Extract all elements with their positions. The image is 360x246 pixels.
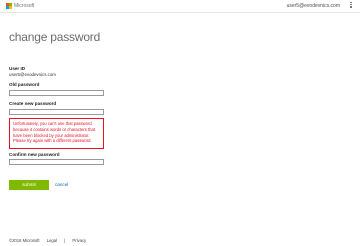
copyright-text: ©2016 Microsoft xyxy=(9,238,40,243)
cancel-link[interactable]: cancel xyxy=(55,182,68,188)
brand-name: Microsoft xyxy=(14,3,35,9)
signed-in-user-email[interactable]: user5@evodevnics.com xyxy=(287,2,340,10)
old-password-field[interactable] xyxy=(9,90,104,96)
footer-link-privacy[interactable]: Privacy xyxy=(72,238,86,243)
more-dots-vertical-icon[interactable] xyxy=(348,1,354,11)
submit-button[interactable]: submit xyxy=(9,180,49,190)
old-password-label: Old password xyxy=(9,82,40,87)
new-password-field[interactable] xyxy=(9,109,104,115)
footer-link-legal[interactable]: Legal xyxy=(47,238,57,243)
confirm-password-field[interactable] xyxy=(9,159,104,165)
new-password-label: Create new password xyxy=(9,101,57,106)
password-error-message: Unfortunately, you can't use that passwo… xyxy=(9,118,104,149)
footer: ©2016 Microsoft Legal | Privacy xyxy=(9,238,92,244)
microsoft-logo-icon xyxy=(6,3,12,9)
top-bar: Microsoft user5@evodevnics.com xyxy=(0,0,360,13)
footer-separator: | xyxy=(64,238,66,243)
page-title: change password xyxy=(9,30,101,44)
user-id-value: user5@evodevnics.com xyxy=(9,72,56,77)
confirm-password-label: Confirm new password xyxy=(9,152,60,157)
